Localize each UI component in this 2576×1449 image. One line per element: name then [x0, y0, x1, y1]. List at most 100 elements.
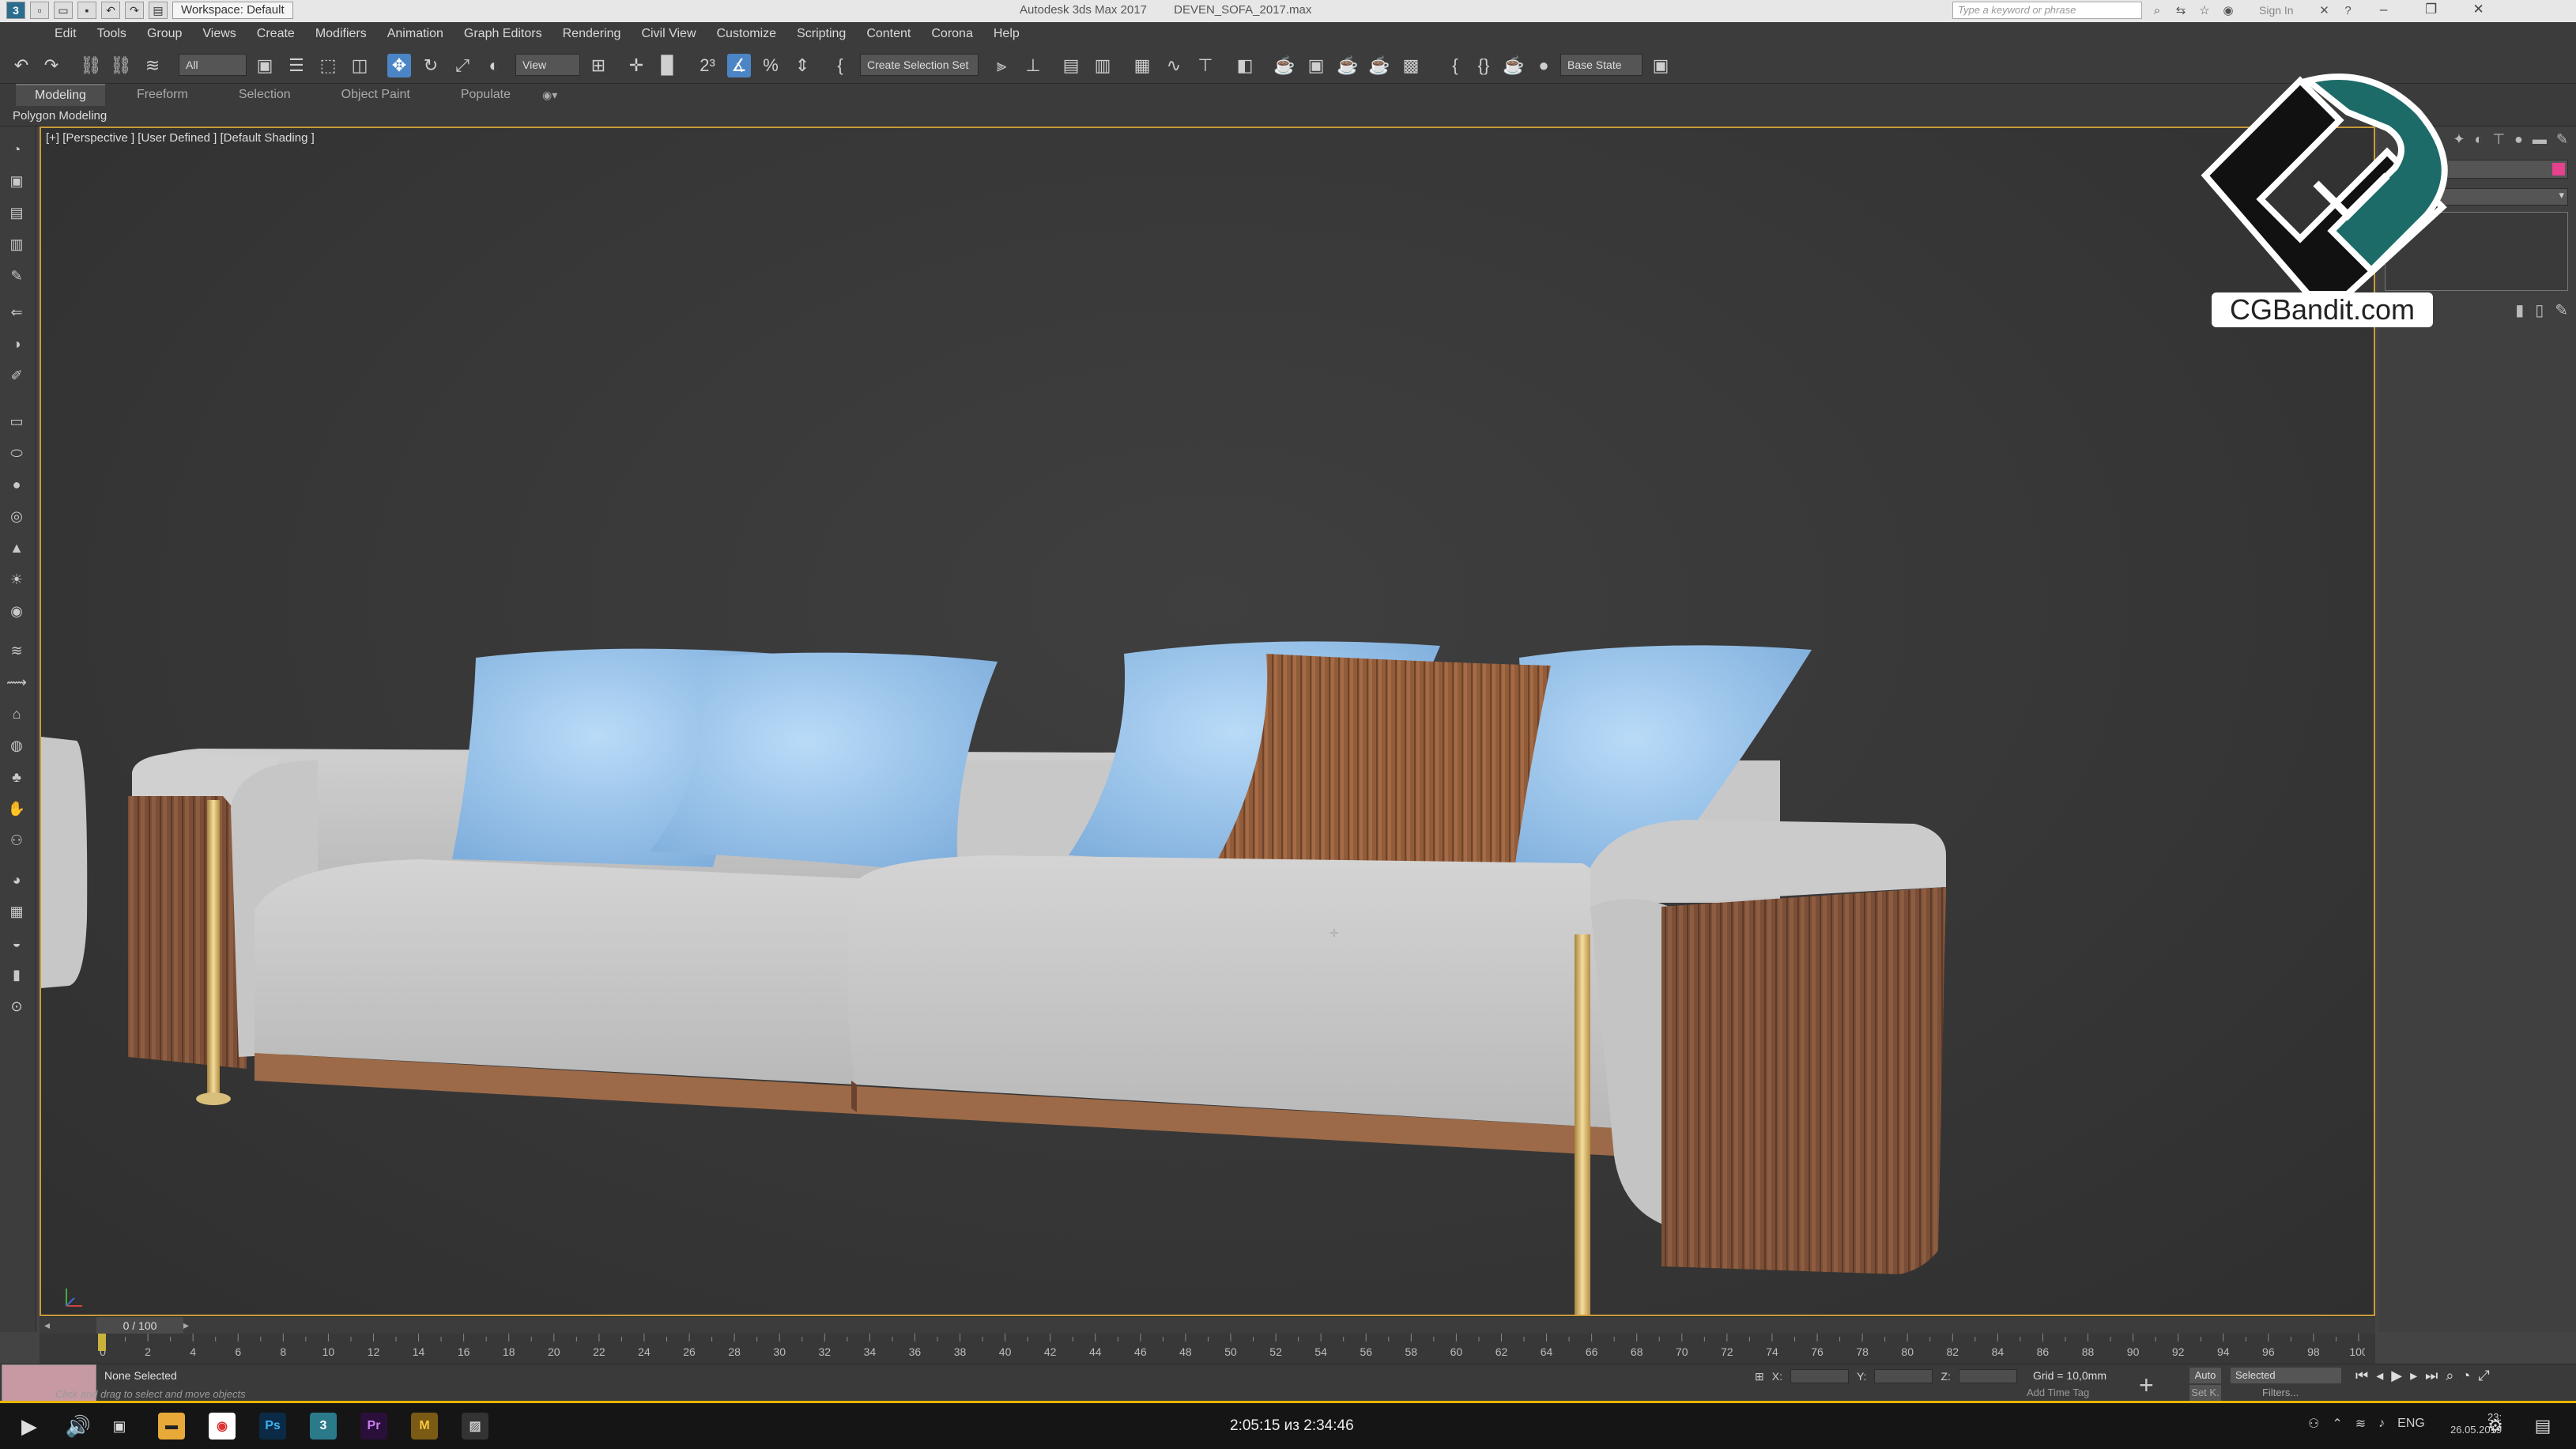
sofa-model[interactable]	[41, 128, 2375, 1316]
render-icon[interactable]: ☕	[1336, 54, 1360, 77]
menu-graph-editors[interactable]: Graph Editors	[454, 27, 553, 41]
time-slider[interactable]: ◂ 0 / 100 ▸	[40, 1316, 2375, 1334]
play-icon[interactable]: ▶	[16, 1413, 43, 1440]
display-tab-icon[interactable]: ▬	[2533, 131, 2547, 148]
menu-civil-view[interactable]: Civil View	[631, 27, 706, 41]
percent-snap-icon[interactable]: %	[759, 54, 783, 77]
cylinder-icon[interactable]: ⬭	[6, 443, 27, 463]
utilities-tab-icon[interactable]: ✎	[2556, 131, 2568, 148]
book-icon[interactable]: ▮	[6, 964, 27, 985]
language-indicator[interactable]: ENG	[2397, 1417, 2425, 1431]
exchange-icon[interactable]: ⇆	[2172, 2, 2189, 19]
show-end-result-icon[interactable]: ▯	[2535, 300, 2544, 320]
box-icon[interactable]: ▭	[6, 411, 27, 432]
maximize-viewport-icon[interactable]: ⤢	[2478, 1368, 2489, 1384]
angle-snap-icon[interactable]: ∡	[727, 54, 751, 77]
more-icon[interactable]: ⊙	[6, 996, 27, 1017]
app-menu-icon[interactable]: 3	[6, 2, 25, 19]
seat-cushion-right[interactable]	[847, 855, 1614, 1128]
seat-cushion-left[interactable]	[255, 859, 877, 1085]
adjacent-sofa-piece[interactable]	[41, 737, 88, 988]
tab-selection[interactable]: Selection	[220, 85, 310, 105]
teapot-icon[interactable]: ☕	[1502, 54, 1526, 77]
render-setup-icon[interactable]: ☕	[1273, 54, 1296, 77]
prev-key-icon[interactable]: ◂	[2376, 1368, 2383, 1384]
x-coordinate-field[interactable]	[1790, 1369, 1849, 1383]
menu-edit[interactable]: Edit	[44, 27, 87, 41]
scene-icon[interactable]: ✎	[6, 266, 27, 286]
camera-icon[interactable]: ◉	[6, 601, 27, 621]
rotate-icon[interactable]: ↻	[419, 54, 443, 77]
m-app-icon[interactable]: M	[411, 1413, 438, 1440]
curve-editor-icon[interactable]: ∿	[1162, 54, 1186, 77]
layer-explorer-icon[interactable]: ▥	[1091, 54, 1115, 77]
menu-customize[interactable]: Customize	[707, 27, 787, 41]
globe-icon[interactable]: ◍	[6, 735, 27, 756]
selection-filter-dropdown[interactable]: All	[179, 54, 247, 76]
material-editor-icon[interactable]: ◧	[1233, 54, 1257, 77]
z-coordinate-field[interactable]	[1958, 1369, 2017, 1383]
x-icon[interactable]: ✕	[2316, 2, 2333, 19]
zoom-icon[interactable]: ⌕	[2446, 1368, 2453, 1384]
configure-sets-icon[interactable]: ✎	[2555, 300, 2568, 320]
paint-icon[interactable]: ✐	[6, 365, 27, 386]
spinner-snap-icon[interactable]: ⇕	[790, 54, 814, 77]
help-icon[interactable]: ?	[2340, 2, 2357, 19]
sphere-icon[interactable]: ●	[6, 474, 27, 495]
select-icon[interactable]: ◔	[6, 139, 27, 160]
reference-coordinate-dropdown[interactable]: View	[515, 54, 580, 76]
torus-icon[interactable]: ◎	[6, 506, 27, 526]
key-filter-dropdown[interactable]: Selected	[2231, 1368, 2341, 1383]
cone-icon[interactable]: ▲	[6, 538, 27, 558]
ribbon-options-icon[interactable]: ◉▾	[542, 89, 557, 102]
tab-freeform[interactable]: Freeform	[118, 85, 207, 105]
layout-icon[interactable]: ▤	[6, 202, 27, 223]
arrow-icon[interactable]: ⇐	[6, 302, 27, 323]
menu-group[interactable]: Group	[137, 27, 192, 41]
select-object-icon[interactable]: ▣	[253, 54, 277, 77]
hand-icon[interactable]: ✋	[6, 798, 27, 819]
workspace-dropdown[interactable]: Workspace: Default	[172, 2, 293, 19]
rectangular-selection-icon[interactable]: ⬚	[316, 54, 340, 77]
helper-icon[interactable]: ≋	[6, 640, 27, 661]
volume-icon[interactable]: 🔊	[65, 1413, 92, 1440]
unlink-icon[interactable]: ⛓	[109, 54, 133, 77]
undo-icon[interactable]: ↶	[9, 54, 33, 77]
perspective-viewport[interactable]: [+] [Perspective ] [User Defined ] [Defa…	[40, 126, 2375, 1316]
menu-modifiers[interactable]: Modifiers	[305, 27, 377, 41]
state-set-dropdown[interactable]: Base State	[1560, 54, 1643, 76]
window-crossing-icon[interactable]: ◫	[348, 54, 372, 77]
restore-icon[interactable]: ❐	[2411, 2, 2452, 19]
menu-tools[interactable]: Tools	[87, 27, 137, 41]
notifications-icon[interactable]: ▤	[2529, 1413, 2556, 1440]
save-file-icon[interactable]: ▪	[77, 2, 96, 19]
photos-icon[interactable]: ▨	[462, 1413, 488, 1440]
edit-named-selection-icon[interactable]: {	[828, 54, 852, 77]
timeline-ruler[interactable]: 0 2 4 6 8 10 12 14 16 18 20 22 24 26 28 30 32 34 36 38 40 42 4…	[96, 1334, 2365, 1364]
chevron-up-icon[interactable]: ⌃	[2332, 1416, 2342, 1432]
menu-views[interactable]: Views	[192, 27, 246, 41]
scale-icon[interactable]: ⤢	[451, 54, 474, 77]
premiere-icon[interactable]: Pr	[360, 1413, 387, 1440]
orbit-icon[interactable]: ◔	[2461, 1368, 2470, 1384]
system-icon[interactable]: ⌂	[6, 704, 27, 724]
play-icon[interactable]: ▶	[2391, 1368, 2402, 1384]
place-icon[interactable]: ◐	[482, 54, 506, 77]
prev-frame-icon[interactable]: ◂	[44, 1319, 50, 1332]
minimize-icon[interactable]: –	[2363, 2, 2404, 19]
goto-start-icon[interactable]: ⏮	[2355, 1368, 2368, 1384]
align-icon[interactable]: ⊥	[1021, 54, 1045, 77]
next-frame-icon[interactable]: ▸	[183, 1319, 189, 1332]
scene-explorer-icon[interactable]: ▤	[1059, 54, 1083, 77]
motion-tab-icon[interactable]: ●	[2514, 131, 2523, 148]
redo-icon[interactable]: ↷	[40, 54, 63, 77]
auto-key-button[interactable]: Auto	[2189, 1368, 2221, 1383]
sheet-icon[interactable]: ▦	[6, 901, 27, 922]
pin-stack-icon[interactable]: ▮	[2515, 300, 2524, 320]
link-icon[interactable]: ⛓	[79, 54, 103, 77]
viewport-label[interactable]: [+] [Perspective ] [User Defined ] [Defa…	[46, 131, 315, 145]
menu-create[interactable]: Create	[247, 27, 305, 41]
viewport-layout-icon[interactable]: ▣	[6, 171, 27, 191]
menu-scripting[interactable]: Scripting	[786, 27, 856, 41]
menu-rendering[interactable]: Rendering	[553, 27, 632, 41]
